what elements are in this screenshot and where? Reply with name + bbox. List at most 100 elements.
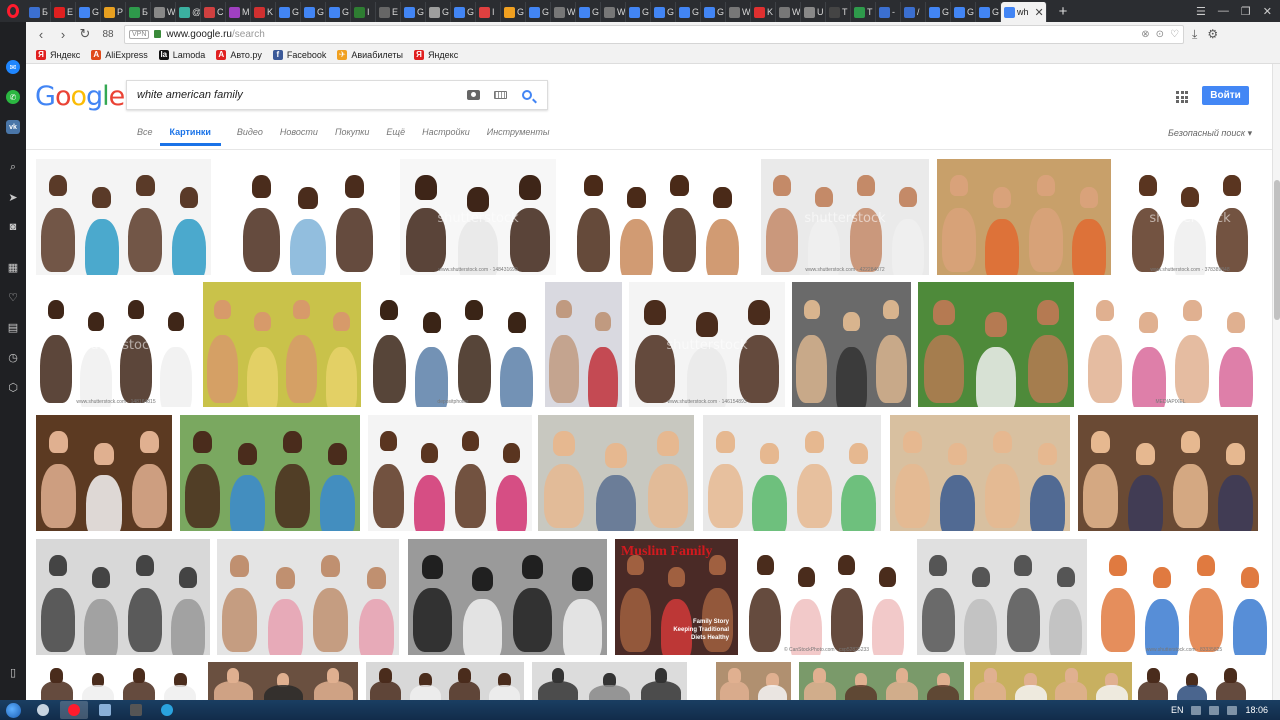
image-result[interactable] [572,159,744,275]
tray-arrow-icon[interactable] [1191,705,1202,715]
close-tab-icon[interactable]: ✕ [1035,6,1044,19]
image-result[interactable] [36,159,211,275]
active-tab[interactable]: wh ✕ [1001,2,1047,22]
image-result[interactable]: shutterstock www.shutterstock.com · 14816… [36,282,196,407]
browser-tab[interactable]: G [276,2,301,22]
browser-tab[interactable]: Б [126,2,151,22]
image-result[interactable]: MEDIAPIXEL [1083,282,1258,407]
speed-dial-button[interactable]: 88 [100,29,116,40]
browser-tab[interactable]: P [101,2,126,22]
image-result[interactable] [532,662,687,700]
image-result[interactable] [1134,662,1250,700]
browser-tab[interactable]: G [626,2,651,22]
search-box[interactable]: white american family [126,80,548,110]
send-icon[interactable]: ➤ [6,190,20,204]
browser-tab[interactable]: E [51,2,76,22]
image-result[interactable] [217,539,399,655]
browser-tab[interactable]: G [501,2,526,22]
taskbar-steam-icon[interactable] [29,701,57,719]
browser-tab[interactable]: G [326,2,351,22]
heart-icon[interactable]: ♡ [6,290,20,304]
search-nav-tab[interactable]: Инструменты [487,127,561,146]
vpn-badge[interactable]: VPN [129,29,150,39]
image-result[interactable] [238,159,378,275]
image-result[interactable]: © CanStockPhoto.com · csp52825233 [745,539,908,655]
browser-tab[interactable]: G [676,2,701,22]
whatsapp-icon[interactable]: ✆ [6,90,20,104]
messenger-icon[interactable]: ✉ [6,60,20,74]
browser-tab[interactable]: I [476,2,501,22]
image-result[interactable] [180,415,360,531]
image-result[interactable] [36,539,210,655]
browser-tab[interactable]: G [426,2,451,22]
image-result[interactable] [408,539,607,655]
sidebar-toggle-icon[interactable]: ▯ [6,665,20,679]
news-icon[interactable]: ▤ [6,320,20,334]
image-result[interactable] [937,159,1111,275]
browser-tab[interactable]: G [526,2,551,22]
search-nav-tab[interactable]: Ещё [386,127,416,146]
image-result[interactable] [368,415,532,531]
image-result[interactable] [208,662,358,700]
apps-grid-icon[interactable] [1176,91,1188,103]
camera-search-icon[interactable] [466,89,480,101]
browser-tab[interactable]: E [376,2,401,22]
image-result[interactable] [917,539,1087,655]
signin-button[interactable]: Войти [1202,86,1249,105]
browser-tab[interactable]: T [826,2,851,22]
maximize-icon[interactable]: ❐ [1241,5,1251,18]
browser-tab[interactable]: I [351,2,376,22]
forward-icon[interactable]: › [56,27,70,42]
scrollbar-thumb[interactable] [1274,180,1280,320]
language-indicator[interactable]: EN [1171,705,1184,715]
safesearch-toggle[interactable]: Безопасный поиск ▾ [1168,128,1252,139]
browser-tab[interactable]: T [851,2,876,22]
image-result[interactable] [538,415,694,531]
browser-tab[interactable]: G [951,2,976,22]
browser-tab[interactable]: G [651,2,676,22]
close-window-icon[interactable]: ✕ [1263,5,1272,18]
browser-tab[interactable]: W [776,2,801,22]
clock[interactable]: 18:06 [1245,705,1268,715]
volume-icon[interactable] [1227,705,1238,715]
image-result[interactable]: depositphotos [368,282,538,407]
browser-tab[interactable]: G [926,2,951,22]
bookmark-heart-icon[interactable]: ♡ [1170,29,1179,40]
page-scrollbar[interactable] [1272,64,1280,700]
bookmark-item[interactable]: Я Яндекс [413,49,458,60]
image-result[interactable]: shutterstock www.shutterstock.com · 37838… [1127,159,1253,275]
back-icon[interactable]: ‹ [34,27,48,42]
image-result[interactable]: shutterstock www.shutterstock.com · 14843… [400,159,556,275]
browser-tab[interactable]: U [801,2,826,22]
easy-setup-icon[interactable]: ⚙ [1207,27,1218,42]
bookmark-item[interactable]: Я Яндекс [36,49,80,60]
browser-tab[interactable]: W [151,2,176,22]
keyboard-icon[interactable] [493,89,507,101]
reload-icon[interactable]: ↻ [78,26,92,42]
image-result[interactable]: Muslim Family Family Story Keeping Traditi… [615,539,738,655]
image-result[interactable] [1078,415,1258,531]
speed-dial-icon[interactable]: ▦ [6,260,20,274]
browser-tab[interactable]: G [701,2,726,22]
image-result[interactable] [716,662,791,700]
extensions-icon[interactable]: ⬡ [6,380,20,394]
image-result[interactable] [918,282,1074,407]
download-icon[interactable]: ⤓ [1192,27,1197,42]
image-result[interactable] [890,415,1070,531]
bookmark-item[interactable]: ✈ Авиабилеты [337,49,403,60]
image-result[interactable]: www.shutterstock.com · 83335825 [1096,539,1272,655]
browser-tab[interactable]: - [876,2,901,22]
image-result[interactable]: shutterstock www.shutterstock.com · 42228… [761,159,929,275]
image-result[interactable] [366,662,524,700]
browser-tab[interactable]: W [601,2,626,22]
taskbar-explorer-icon[interactable] [91,701,119,719]
browser-tab[interactable]: @ [176,2,201,22]
camera-icon[interactable]: ◙ [6,220,20,234]
bookmark-item[interactable]: f Facebook [272,49,326,60]
browser-tab[interactable]: W [726,2,751,22]
browser-tab[interactable]: M [226,2,251,22]
network-icon[interactable] [1209,705,1220,715]
search-button[interactable] [520,89,534,101]
browser-tab[interactable]: G [451,2,476,22]
browser-tab[interactable]: Б [26,2,51,22]
